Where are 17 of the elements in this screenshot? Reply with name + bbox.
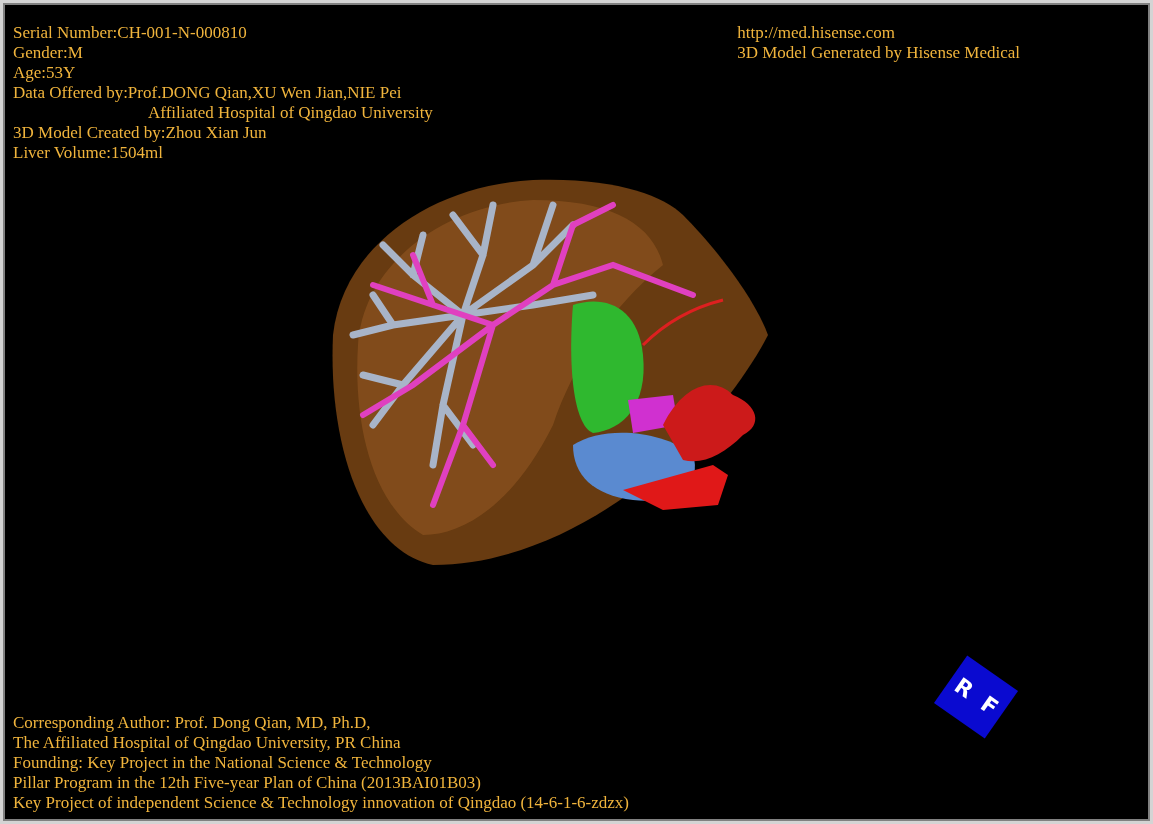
- axis-label: F: [976, 692, 1002, 720]
- info-text: 3D Model Created by:Zhou Xian Jun: [13, 123, 268, 143]
- orientation-cube[interactable]: R F: [933, 655, 1019, 739]
- generator-caption: 3D Model Generated by Hisense Medical: [737, 43, 1020, 63]
- credit-text: Key Project of independent Science & Technology innovation of Qingdao (14-6-1-6-zdzx): [13, 793, 630, 813]
- info-text: Data Offered by:Prof.DONG Qian,XU Wen Jian,NIE Pei: [13, 83, 403, 103]
- credit-text: Pillar Program in the 12th Five-year Plan of China (2013BAI01B03): [13, 773, 482, 793]
- credit-text: Founding: Key Project in the National Science & Technology: [13, 753, 433, 773]
- info-text: Liver Volume:1504ml: [13, 143, 164, 163]
- axis-label: R: [950, 674, 977, 703]
- credit-text: The Affiliated Hospital of Qingdao University, PR China: [13, 733, 402, 753]
- info-text: Affiliated Hospital of Qingdao University: [147, 103, 433, 123]
- credit-text: Corresponding Author: Prof. Dong Qian, MD, Ph.D,: [13, 713, 372, 733]
- website-link[interactable]: http://med.hisense.com: [737, 23, 1020, 43]
- info-text: Age:53Y: [13, 63, 77, 83]
- info-text: Gender:M: [13, 43, 84, 63]
- info-text: Serial Number:CH-001-N-000810: [13, 23, 248, 43]
